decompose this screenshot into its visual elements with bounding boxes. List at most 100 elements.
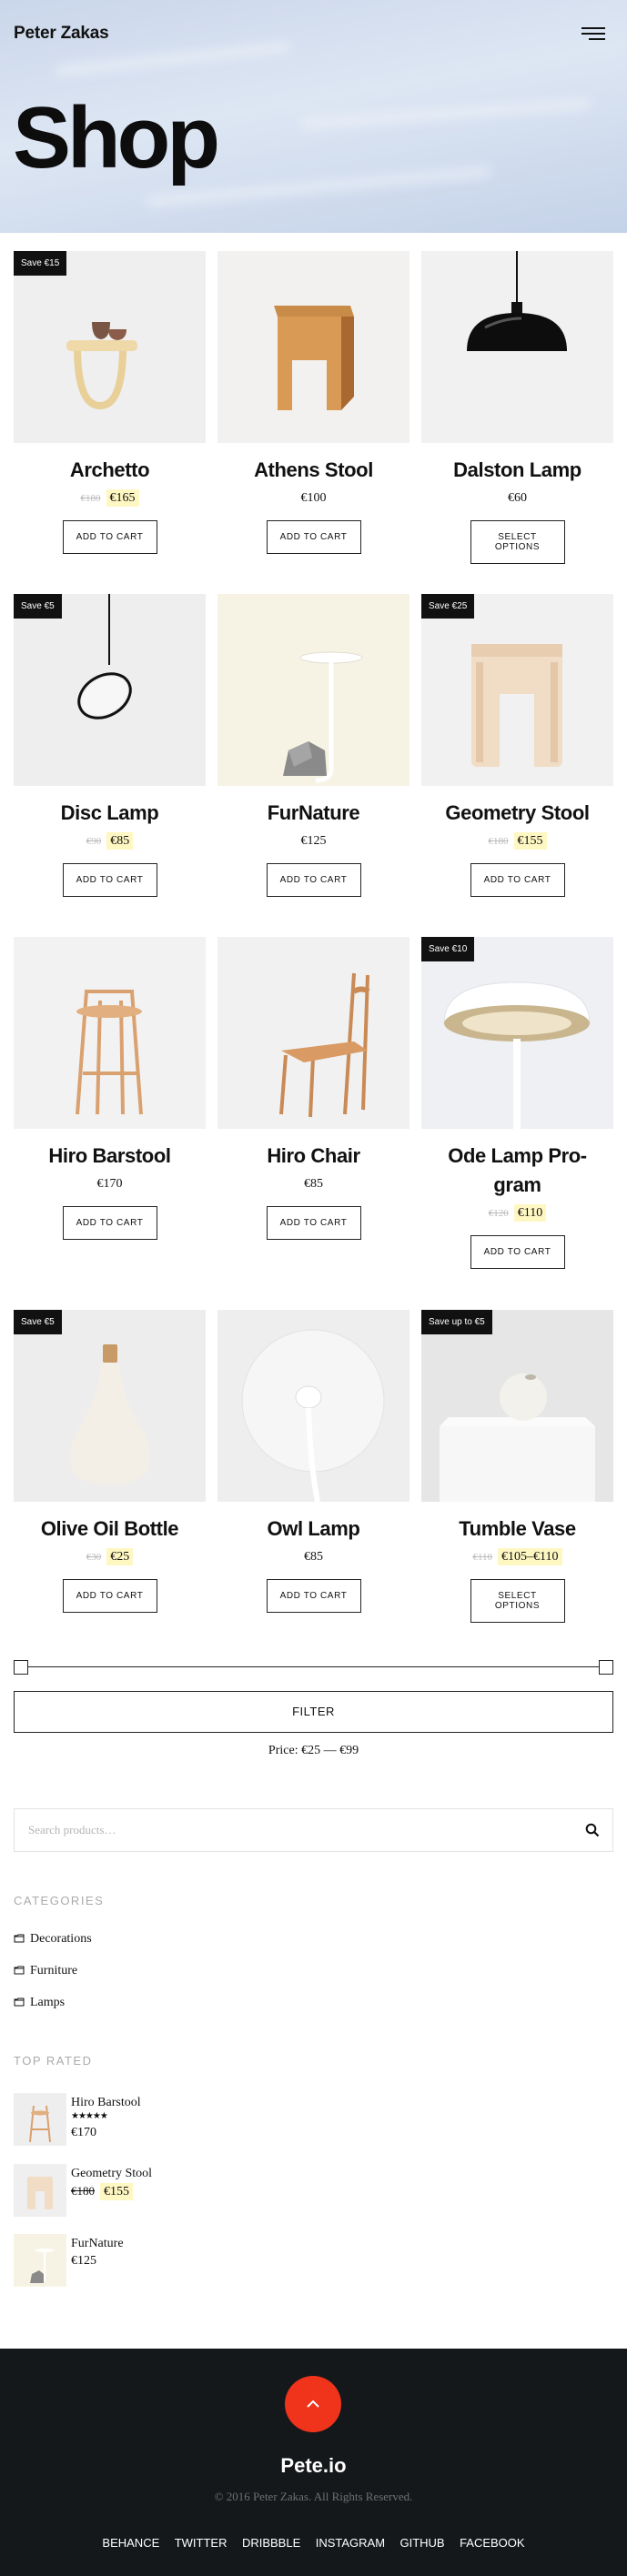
add-to-cart-button[interactable]: ADD TO CART (62, 1579, 157, 1613)
product-price: €30 €25 (14, 1548, 206, 1568)
menu-icon[interactable] (581, 27, 605, 40)
category-link-decorations[interactable]: Decorations (14, 1932, 92, 1947)
product-name[interactable]: Geometry Stool (421, 799, 613, 828)
product-image[interactable]: Save €25 (421, 594, 613, 786)
add-to-cart-button[interactable]: ADD TO CART (266, 1206, 361, 1240)
slider-min-handle[interactable] (14, 1660, 28, 1675)
product-name[interactable]: FurNature (217, 799, 410, 828)
product-image[interactable] (217, 251, 410, 443)
product-card: Hiro Barstool €170 ADD TO CART (14, 937, 206, 1240)
add-to-cart-button[interactable]: ADD TO CART (470, 1235, 565, 1269)
site-brand[interactable]: Peter Zakas (14, 24, 109, 44)
old-price: €120 (488, 1208, 509, 1219)
rating-stars: ★★★★★ (71, 2111, 108, 2121)
product-image[interactable]: Save €15 (14, 251, 206, 443)
add-to-cart-button[interactable]: ADD TO CART (266, 863, 361, 897)
social-links: BEHANCE TWITTER DRIBBBLE INSTAGRAM GITHU… (0, 2535, 627, 2551)
social-link-facebook[interactable]: FACEBOOK (460, 2536, 525, 2550)
social-link-dribbble[interactable]: DRIBBBLE (242, 2536, 300, 2550)
product-image[interactable]: Save up to €5 (421, 1310, 613, 1502)
price-range-value: €25 — €99 (301, 1744, 359, 1757)
select-options-button[interactable]: SELECT OPTIONS (470, 1579, 565, 1623)
product-name-line: gram (493, 1173, 541, 1196)
sale-price: €25 (106, 1548, 134, 1565)
back-to-top-button[interactable] (285, 2376, 341, 2432)
product-name[interactable]: Athens Stool (217, 456, 410, 485)
product-name[interactable]: Disc Lamp (14, 799, 206, 828)
sale-price: €85 (106, 832, 134, 850)
product-price: €180 €155 (421, 832, 613, 852)
product-image[interactable] (217, 937, 410, 1129)
slider-track[interactable] (21, 1666, 606, 1667)
olive-oil-bottle-image (70, 1344, 150, 1485)
product-image[interactable] (217, 1310, 410, 1502)
product-image[interactable] (217, 594, 410, 786)
social-link-instagram[interactable]: INSTAGRAM (316, 2536, 385, 2550)
product-image[interactable] (421, 251, 613, 443)
top-rated-thumb[interactable] (14, 2093, 66, 2146)
top-rated-thumb[interactable] (14, 2164, 66, 2217)
social-link-behance[interactable]: BEHANCE (102, 2536, 159, 2550)
product-price: €110 €105–€110 (421, 1548, 613, 1568)
social-link-twitter[interactable]: TWITTER (175, 2536, 228, 2550)
sale-price: €165 (106, 489, 139, 507)
product-image[interactable]: Save €5 (14, 1310, 206, 1502)
top-rated-name[interactable]: Geometry Stool (71, 2167, 152, 2181)
add-to-cart-button[interactable]: ADD TO CART (62, 863, 157, 897)
product-card: Dalston Lamp €60 SELECT OPTIONS (421, 251, 613, 564)
product-image[interactable]: Save €10 (421, 937, 613, 1129)
add-to-cart-button[interactable]: ADD TO CART (266, 1579, 361, 1613)
old-price: €180 (488, 836, 509, 847)
add-to-cart-button[interactable]: ADD TO CART (470, 863, 565, 897)
top-rated-price: €180 €155 (71, 2183, 133, 2200)
product-price: €85 (217, 1550, 410, 1568)
top-rated-price: €125 (71, 2254, 96, 2268)
product-card: Hiro Chair €85 ADD TO CART (217, 937, 410, 1240)
barstool-thumb (29, 2105, 51, 2143)
product-price: €60 (421, 491, 613, 509)
category-link-lamps[interactable]: Lamps (14, 1996, 65, 2010)
copyright: © 2016 Peter Zakas. All Rights Reserved. (214, 2490, 413, 2503)
search-input[interactable] (15, 1809, 561, 1851)
add-to-cart-button[interactable]: ADD TO CART (62, 520, 157, 554)
top-rated-name[interactable]: FurNature (71, 2237, 124, 2251)
product-image[interactable] (14, 937, 206, 1129)
social-link-github[interactable]: GITHUB (399, 2536, 444, 2550)
old-price: €90 (86, 836, 102, 847)
pendant-lamp-image (467, 251, 567, 351)
add-to-cart-button[interactable]: ADD TO CART (266, 520, 361, 554)
select-options-button[interactable]: SELECT OPTIONS (470, 520, 565, 564)
slider-max-handle[interactable] (599, 1660, 613, 1675)
product-name[interactable]: Olive Oil Bottle (14, 1514, 206, 1544)
sale-price: €155 (513, 832, 547, 850)
footer-brand[interactable]: Pete.io (0, 2454, 627, 2478)
top-rated-name[interactable]: Hiro Barstool (71, 2096, 141, 2110)
top-rated-thumb[interactable] (14, 2234, 66, 2287)
search-icon[interactable] (585, 1823, 600, 1837)
category-link-furniture[interactable]: Furniture (14, 1964, 77, 1978)
product-name[interactable]: Dalston Lamp (421, 456, 613, 485)
price-range-label: Price: €25 — €99 (0, 1744, 627, 1758)
product-name[interactable]: Ode Lamp Pro-gram (421, 1142, 613, 1200)
product-name[interactable]: Owl Lamp (217, 1514, 410, 1544)
product-name[interactable]: Archetto (14, 456, 206, 485)
product-name[interactable]: Tumble Vase (421, 1514, 613, 1544)
product-grid: Save €15 Archetto €180 €165 ADD TO CART A… (0, 233, 627, 1623)
product-name[interactable]: Hiro Barstool (14, 1142, 206, 1171)
product-search (14, 1808, 613, 1852)
add-to-cart-button[interactable]: ADD TO CART (62, 1206, 157, 1240)
site-footer: Pete.io © 2016 Peter Zakas. All Rights R… (0, 2349, 627, 2576)
filter-button[interactable]: FILTER (14, 1691, 613, 1733)
product-name-line: Ode Lamp Pro- (448, 1144, 587, 1167)
price-slider[interactable] (14, 1660, 613, 1675)
product-card: Save up to €5 Tumble Vase €110 €105–€110 … (421, 1310, 613, 1623)
folder-icon (14, 1934, 25, 1943)
category-label: Furniture (30, 1964, 78, 1977)
old-price: €110 (472, 1552, 493, 1563)
product-image[interactable]: Save €5 (14, 594, 206, 786)
product-card: Save €5 Olive Oil Bottle €30 €25 ADD TO C… (14, 1310, 206, 1613)
price: €170 (96, 1177, 123, 1191)
stool-image (274, 306, 354, 410)
folder-icon (14, 1997, 25, 2007)
product-name[interactable]: Hiro Chair (217, 1142, 410, 1171)
